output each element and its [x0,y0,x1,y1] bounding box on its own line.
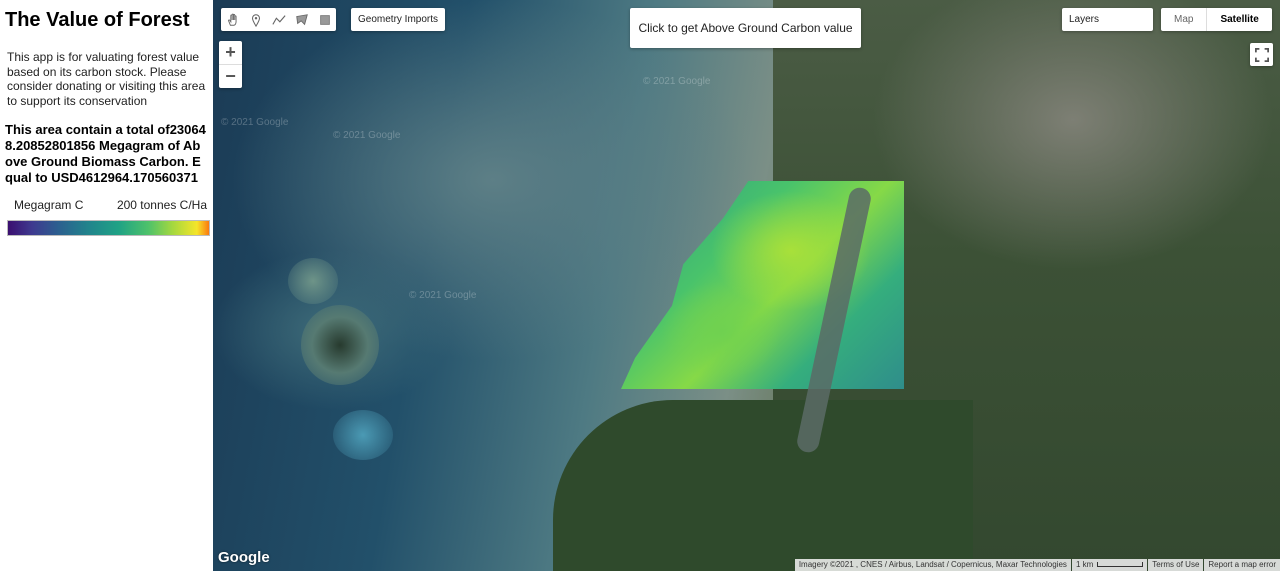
polygon-icon[interactable] [290,8,313,31]
satellite-island [288,258,338,304]
fullscreen-icon[interactable] [1250,43,1273,66]
scale-indicator[interactable]: 1 km [1071,559,1148,571]
geometry-imports-button[interactable]: Geometry Imports [351,8,446,31]
map-type-map-button[interactable]: Map [1161,8,1206,31]
legend-min-label: Megagram C [14,198,84,212]
sidebar-panel: The Value of Forest This app is for valu… [0,0,213,571]
terms-of-use-link[interactable]: Terms of Use [1148,559,1204,571]
app-description: This app is for valuating forest value b… [7,50,206,108]
scale-label: 1 km [1075,560,1094,569]
rectangle-icon[interactable] [313,8,336,31]
satellite-shoal [333,410,393,460]
map-watermark: © 2021 Google [221,117,289,128]
google-logo: Google [218,549,270,566]
map-watermark: © 2021 Google [409,290,477,301]
get-carbon-value-button[interactable]: Click to get Above Ground Carbon value [630,8,861,48]
zoom-out-button[interactable]: − [219,64,242,88]
imagery-attribution: Imagery ©2021 , CNES / Airbus, Landsat /… [794,559,1071,571]
map-canvas[interactable]: © 2021 Google © 2021 Google © 2021 Googl… [213,0,1280,571]
map-watermark: © 2021 Google [333,130,401,141]
satellite-island [301,305,379,385]
scale-bar [1097,562,1144,568]
zoom-control: + − [219,41,242,88]
report-map-error-link[interactable]: Report a map error [1204,559,1280,571]
legend-labels: Megagram C 200 tonnes C/Ha [5,198,207,212]
hand-icon[interactable] [221,8,244,31]
layers-button[interactable]: Layers [1062,8,1153,31]
point-marker-icon[interactable] [244,8,267,31]
legend-max-label: 200 tonnes C/Ha [116,198,207,212]
drawing-toolbar [221,8,336,31]
map-type-satellite-button[interactable]: Satellite [1206,8,1271,31]
map-attribution-bar: Imagery ©2021 , CNES / Airbus, Landsat /… [794,559,1280,571]
app-title: The Value of Forest [5,9,190,31]
zoom-in-button[interactable]: + [219,41,242,64]
satellite-land-south [553,400,973,571]
legend-color-bar [7,220,210,236]
map-watermark: © 2021 Google [643,76,711,87]
carbon-total-text: This area contain a total of230648.20852… [5,122,206,185]
map-type-toggle: Map Satellite [1161,8,1272,31]
line-icon[interactable] [267,8,290,31]
